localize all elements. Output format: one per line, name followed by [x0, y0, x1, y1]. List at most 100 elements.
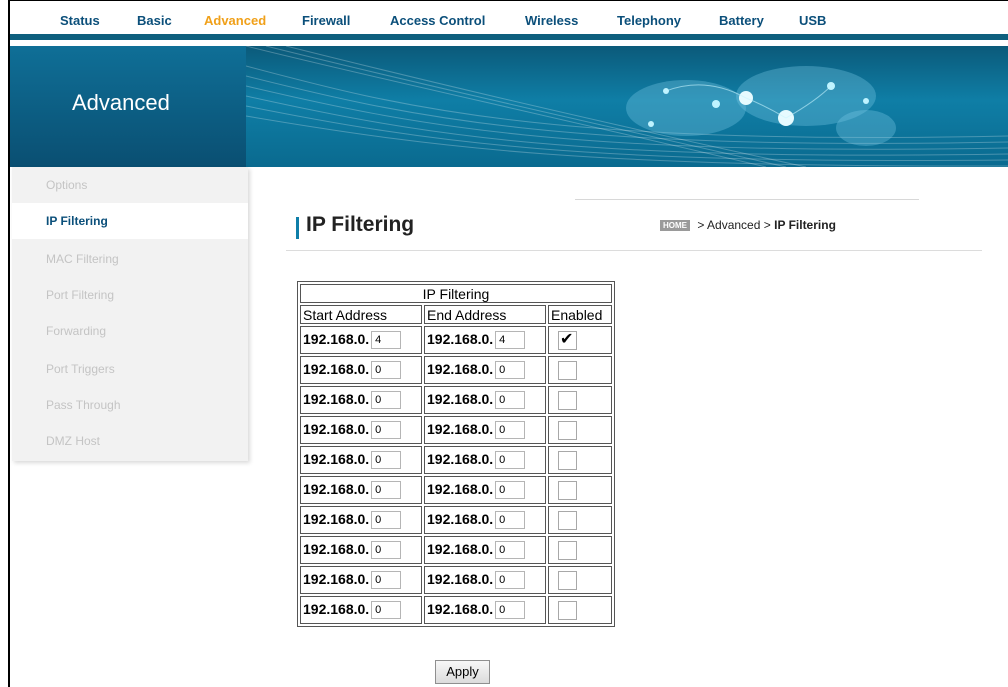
sidebar-item-options[interactable]: Options: [12, 167, 248, 203]
sidebar-item-port-filtering[interactable]: Port Filtering: [12, 277, 248, 313]
nav-tab-battery[interactable]: Battery: [719, 13, 764, 28]
start-octet-input[interactable]: 0: [371, 481, 402, 500]
sidebar-item-dmz-host[interactable]: DMZ Host: [12, 423, 248, 459]
enabled-cell: ✔: [548, 326, 612, 354]
end-octet-input[interactable]: 0: [495, 601, 526, 620]
nav-tab-advanced[interactable]: Advanced: [204, 13, 266, 28]
start-address-cell: 192.168.0. 4: [300, 326, 422, 354]
start-octet-input[interactable]: 0: [371, 601, 402, 620]
nav-tab-access-control[interactable]: Access Control: [390, 13, 485, 28]
ip-prefix: 192.168.0.: [427, 360, 494, 377]
end-octet-input[interactable]: 0: [495, 511, 526, 530]
end-address-cell: 192.168.0. 0: [424, 416, 546, 444]
table-row: 192.168.0. 4 192.168.0. 4 ✔: [300, 326, 612, 354]
end-octet-input[interactable]: 0: [495, 391, 526, 410]
start-address-cell: 192.168.0. 0: [300, 356, 422, 384]
table-row: 192.168.0. 0 192.168.0. 0: [300, 386, 612, 414]
table-caption: IP Filtering: [300, 284, 612, 303]
nav-tab-usb[interactable]: USB: [799, 13, 826, 28]
end-address-cell: 192.168.0. 0: [424, 536, 546, 564]
ip-prefix: 192.168.0.: [427, 540, 494, 557]
enabled-checkbox[interactable]: ✔: [558, 330, 577, 350]
banner-title: Advanced: [72, 90, 170, 115]
ip-prefix: 192.168.0.: [427, 330, 494, 347]
sidebar-item-ip-filtering[interactable]: IP Filtering: [12, 203, 248, 239]
enabled-checkbox[interactable]: [558, 600, 577, 620]
ip-prefix: 192.168.0.: [427, 390, 494, 407]
ip-prefix: 192.168.0.: [303, 450, 370, 467]
ip-prefix: 192.168.0.: [303, 330, 370, 347]
ip-prefix: 192.168.0.: [427, 570, 494, 587]
enabled-cell: [548, 446, 612, 474]
enabled-checkbox[interactable]: [558, 480, 577, 500]
start-octet-input[interactable]: 4: [371, 331, 402, 350]
sidebar-item-mac-filtering[interactable]: MAC Filtering: [12, 241, 248, 277]
enabled-cell: [548, 356, 612, 384]
ip-prefix: 192.168.0.: [303, 360, 370, 377]
title-accent-bar: [296, 217, 299, 239]
start-octet-input[interactable]: 0: [371, 391, 402, 410]
ip-prefix: 192.168.0.: [303, 390, 370, 407]
start-octet-input[interactable]: 0: [371, 451, 402, 470]
sidebar-item-port-triggers[interactable]: Port Triggers: [12, 351, 248, 387]
end-octet-input[interactable]: 0: [495, 541, 526, 560]
start-octet-input[interactable]: 0: [371, 571, 402, 590]
enabled-checkbox[interactable]: [558, 420, 577, 440]
enabled-checkbox[interactable]: [558, 390, 577, 410]
table-row: 192.168.0. 0 192.168.0. 0: [300, 506, 612, 534]
banner-title-box: Advanced: [10, 46, 246, 167]
start-octet-input[interactable]: 0: [371, 361, 402, 380]
ip-filtering-table: IP Filtering Start Address End Address E…: [297, 281, 615, 627]
ip-prefix: 192.168.0.: [303, 570, 370, 587]
start-octet-input[interactable]: 0: [371, 511, 402, 530]
start-address-cell: 192.168.0. 0: [300, 416, 422, 444]
enabled-cell: [548, 386, 612, 414]
ip-prefix: 192.168.0.: [427, 480, 494, 497]
enabled-cell: [548, 536, 612, 564]
apply-button[interactable]: Apply: [435, 660, 490, 684]
column-header-start: Start Address: [300, 305, 422, 324]
sidebar-item-pass-through[interactable]: Pass Through: [12, 387, 248, 423]
start-address-cell: 192.168.0. 0: [300, 506, 422, 534]
world-map-graphic: [246, 46, 1008, 167]
end-octet-input[interactable]: 0: [495, 571, 526, 590]
start-address-cell: 192.168.0. 0: [300, 596, 422, 624]
enabled-checkbox[interactable]: [558, 540, 577, 560]
ip-prefix: 192.168.0.: [303, 420, 370, 437]
home-icon[interactable]: HOME: [660, 220, 690, 231]
end-octet-input[interactable]: 0: [495, 361, 526, 380]
nav-tab-firewall[interactable]: Firewall: [302, 13, 350, 28]
browser-frame: Status Basic Advanced Firewall Access Co…: [8, 0, 1008, 687]
column-header-enabled: Enabled: [548, 305, 612, 324]
column-header-end: End Address: [424, 305, 546, 324]
ip-prefix: 192.168.0.: [303, 510, 370, 527]
table-row: 192.168.0. 0 192.168.0. 0: [300, 566, 612, 594]
end-octet-input[interactable]: 0: [495, 451, 526, 470]
breadcrumb-current: IP Filtering: [774, 218, 836, 232]
ip-prefix: 192.168.0.: [427, 420, 494, 437]
start-octet-input[interactable]: 0: [371, 421, 402, 440]
start-octet-input[interactable]: 0: [371, 541, 402, 560]
end-address-cell: 192.168.0. 0: [424, 356, 546, 384]
checkmark-icon: ✔: [560, 330, 574, 348]
nav-tab-status[interactable]: Status: [60, 13, 100, 28]
end-address-cell: 192.168.0. 0: [424, 386, 546, 414]
top-nav: Status Basic Advanced Firewall Access Co…: [10, 1, 1008, 40]
enabled-checkbox[interactable]: [558, 450, 577, 470]
nav-tab-basic[interactable]: Basic: [137, 13, 172, 28]
enabled-checkbox[interactable]: [558, 360, 577, 380]
nav-tab-telephony[interactable]: Telephony: [617, 13, 681, 28]
breadcrumb-section[interactable]: Advanced: [707, 218, 760, 232]
ip-prefix: 192.168.0.: [427, 450, 494, 467]
breadcrumb: HOME > Advanced > IP Filtering: [660, 218, 836, 232]
start-address-cell: 192.168.0. 0: [300, 386, 422, 414]
end-octet-input[interactable]: 0: [495, 421, 526, 440]
divider-bottom: [286, 250, 982, 251]
enabled-checkbox[interactable]: [558, 510, 577, 530]
end-octet-input[interactable]: 4: [495, 331, 526, 350]
enabled-cell: [548, 416, 612, 444]
nav-tab-wireless[interactable]: Wireless: [525, 13, 578, 28]
end-octet-input[interactable]: 0: [495, 481, 526, 500]
sidebar-item-forwarding[interactable]: Forwarding: [12, 313, 248, 349]
enabled-checkbox[interactable]: [558, 570, 577, 590]
